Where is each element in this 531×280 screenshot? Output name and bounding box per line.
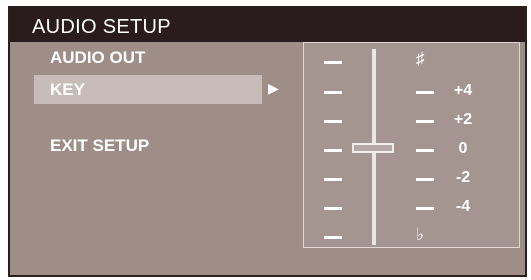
slider-thumb[interactable] bbox=[352, 143, 394, 153]
flat-icon: ♭ bbox=[416, 225, 425, 244]
slider-tick bbox=[324, 120, 342, 123]
menu-item-exit-setup[interactable]: EXIT SETUP bbox=[50, 136, 149, 156]
key-slider-panel: ♯ ♭ +4 +2 0 -2 -4 bbox=[303, 42, 520, 248]
slider-tick bbox=[324, 149, 342, 152]
slider-tick bbox=[324, 91, 342, 94]
audio-setup-screen: AUDIO SETUP AUDIO OUT KEY ▶ EXIT SETUP ♯… bbox=[8, 6, 527, 277]
key-value-label: +4 bbox=[453, 82, 473, 99]
scale-tick bbox=[416, 91, 434, 94]
key-value-label: -4 bbox=[455, 198, 471, 215]
key-value-label: +2 bbox=[453, 111, 473, 128]
scale-tick bbox=[416, 120, 434, 123]
menu-item-key[interactable]: KEY bbox=[34, 75, 262, 104]
page-title: AUDIO SETUP bbox=[32, 16, 171, 38]
scale-tick bbox=[416, 149, 434, 152]
sharp-icon: ♯ bbox=[416, 49, 425, 68]
key-value-label: -2 bbox=[455, 169, 471, 186]
menu-item-audio-out[interactable]: AUDIO OUT bbox=[50, 48, 145, 68]
title-bar: AUDIO SETUP bbox=[10, 8, 525, 42]
submenu-arrow-icon: ▶ bbox=[268, 80, 279, 96]
scale-tick bbox=[416, 207, 434, 210]
slider-tick bbox=[324, 61, 342, 64]
key-value-label: 0 bbox=[458, 140, 468, 157]
scale-tick bbox=[416, 178, 434, 181]
slider-tick bbox=[324, 236, 342, 239]
menu-item-key-label: KEY bbox=[50, 80, 85, 99]
slider-tick bbox=[324, 178, 342, 181]
slider-tick bbox=[324, 207, 342, 210]
